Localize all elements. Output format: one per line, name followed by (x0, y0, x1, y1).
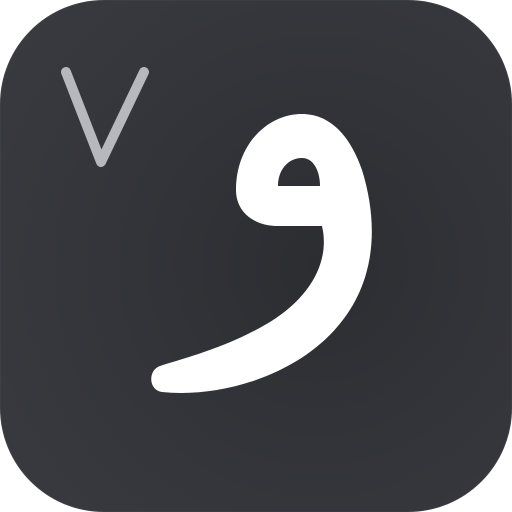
app-logo (61, 67, 372, 393)
arabic-letter-waw-icon (151, 114, 372, 393)
app-icon-tile[interactable] (0, 0, 512, 512)
arabic-seven-numeral-icon (61, 67, 149, 167)
